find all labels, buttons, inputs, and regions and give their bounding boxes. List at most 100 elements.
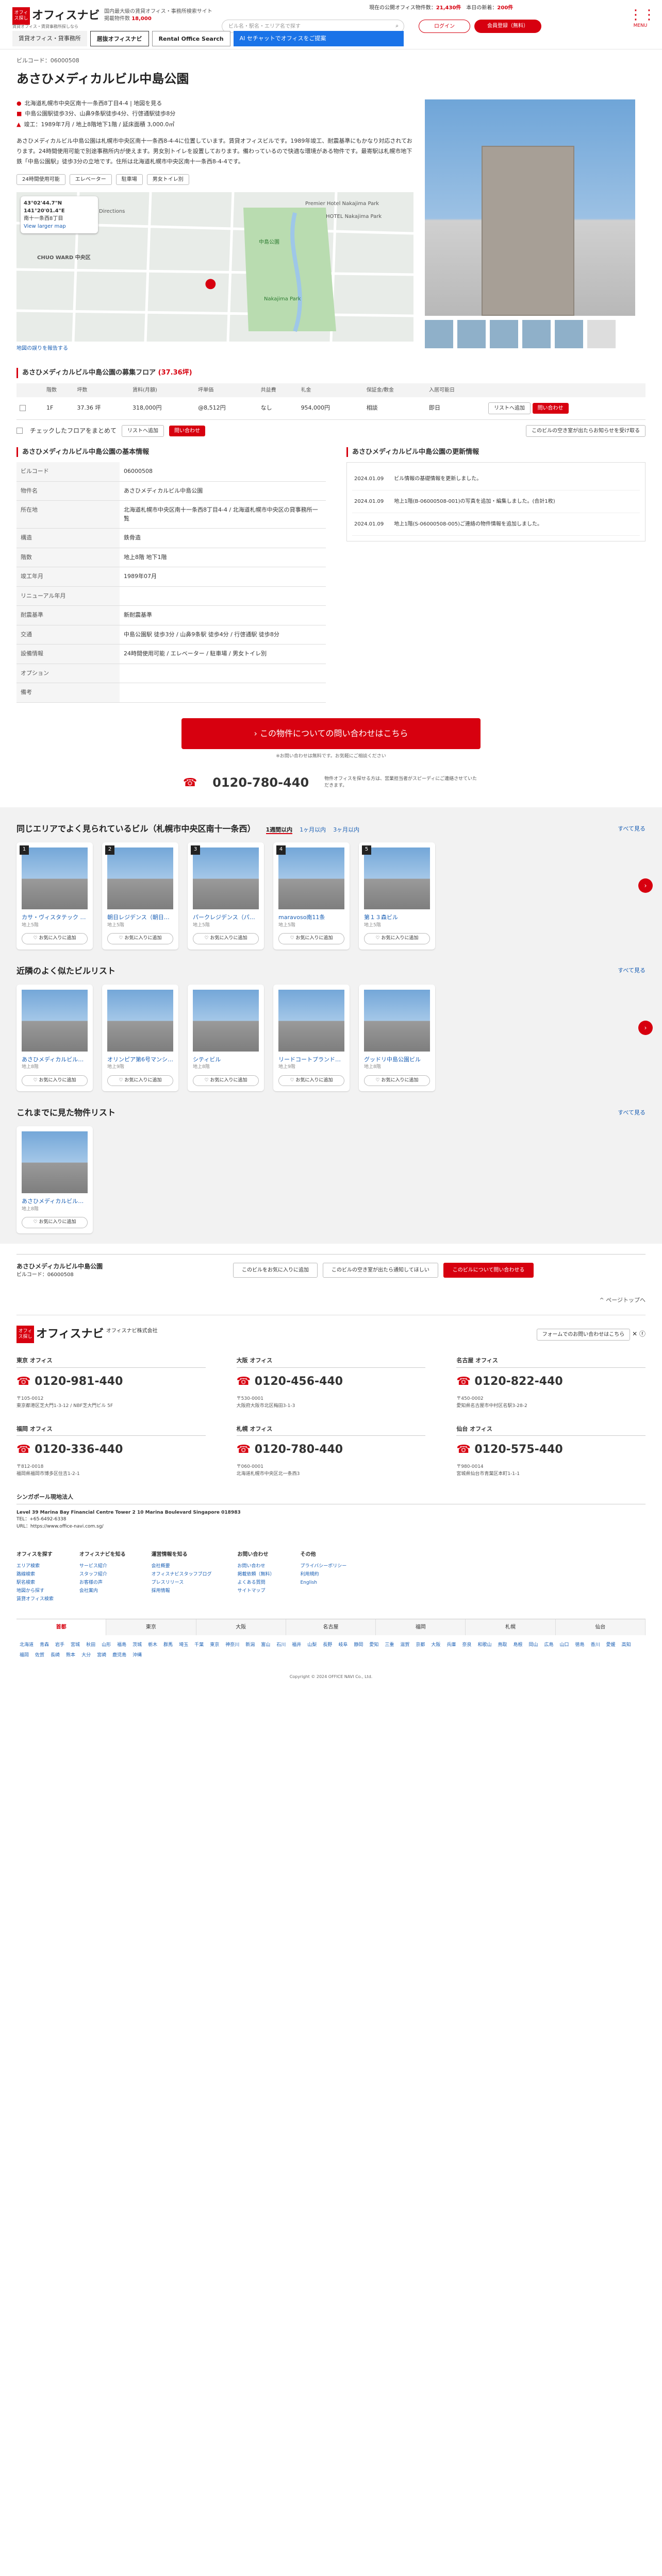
footer-link[interactable]: 掲載依頼（無料） bbox=[237, 1570, 274, 1579]
banner-rental[interactable]: Rental Office Search bbox=[152, 31, 230, 46]
area-link[interactable]: 広島 bbox=[541, 1640, 557, 1651]
area-link[interactable]: 福岡 bbox=[16, 1651, 32, 1661]
card-fav-button[interactable]: ♡ お気に入りに追加 bbox=[22, 933, 88, 944]
card-fav-button[interactable]: ♡ お気に入りに追加 bbox=[22, 1217, 88, 1228]
area-link[interactable]: 和歌山 bbox=[474, 1640, 494, 1651]
nearby-more-link[interactable]: すべて見る bbox=[618, 967, 646, 975]
area-link[interactable]: 千葉 bbox=[191, 1640, 207, 1651]
region-tab[interactable]: 福岡 bbox=[376, 1619, 466, 1635]
footer-link[interactable]: 利用規約 bbox=[300, 1570, 346, 1579]
row-fav-button[interactable]: リストへ追加 bbox=[488, 402, 531, 414]
building-card[interactable]: 1 カサ・ヴィスタテック 中央 地上5階 ♡ お気に入りに追加 bbox=[16, 842, 93, 950]
sg-url[interactable]: URL：https://www.office-navi.com.sg/ bbox=[16, 1523, 646, 1531]
area-link[interactable]: 島根 bbox=[510, 1640, 525, 1651]
card-name[interactable]: カサ・ヴィスタテック 中央 bbox=[22, 913, 88, 922]
office-phone[interactable]: ☎ 0120-456-440 bbox=[237, 1373, 426, 1390]
card-name[interactable]: maravoso南11条 bbox=[278, 913, 344, 922]
area-link[interactable]: 香川 bbox=[588, 1640, 603, 1651]
card-name[interactable]: オリンピア第6号マンション bbox=[107, 1056, 173, 1064]
region-tab[interactable]: 名古屋 bbox=[286, 1619, 376, 1635]
thumbnail[interactable] bbox=[587, 319, 616, 348]
banner-inuki[interactable]: 居抜オフィスナビ bbox=[90, 31, 149, 46]
footer-link[interactable]: プレスリリース bbox=[152, 1579, 212, 1587]
card-name[interactable]: あさひメディカルビル中島公園 bbox=[22, 1056, 88, 1064]
area-link[interactable]: 京都 bbox=[412, 1640, 428, 1651]
card-fav-button[interactable]: ♡ お気に入りに追加 bbox=[193, 1075, 259, 1086]
footer-link[interactable]: 会社案内 bbox=[79, 1587, 126, 1595]
region-tab[interactable]: 大阪 bbox=[196, 1619, 286, 1635]
area-link[interactable]: 滋賀 bbox=[397, 1640, 412, 1651]
card-name[interactable]: 第１３森ビル bbox=[364, 913, 430, 922]
card-name[interactable]: パークレジデンス（パーク bbox=[193, 913, 259, 922]
banner-ai-chat[interactable]: AI セチャットでオフィスをご提案 bbox=[233, 31, 404, 46]
area-link[interactable]: 鹿児島 bbox=[109, 1651, 129, 1661]
thumbnail[interactable] bbox=[457, 319, 486, 348]
building-card[interactable]: 2 朝日レジデンス（朝日ビル）地上5階 ♡ お気に入りに追加 bbox=[102, 842, 178, 950]
area-link[interactable]: 高知 bbox=[619, 1640, 634, 1651]
contact-form-button[interactable]: フォームでのお問い合わせはこちら bbox=[536, 1328, 631, 1341]
area-link[interactable]: 岡山 bbox=[526, 1640, 541, 1651]
thumbnail[interactable] bbox=[555, 319, 583, 348]
page-top-link[interactable]: ^ ページトップへ bbox=[16, 1296, 646, 1305]
office-phone[interactable]: ☎ 0120-780-440 bbox=[237, 1441, 426, 1458]
card-fav-button[interactable]: ♡ お気に入りに追加 bbox=[107, 933, 173, 944]
tab-3months[interactable]: 3ヶ月以内 bbox=[333, 826, 359, 833]
area-link[interactable]: 岩手 bbox=[52, 1640, 68, 1651]
footer-link[interactable]: オフィスナビスタッフブログ bbox=[152, 1570, 212, 1579]
building-card[interactable]: オリンピア第6号マンション 地上9階 ♡ お気に入りに追加 bbox=[102, 984, 178, 1091]
area-link[interactable]: 神奈川 bbox=[222, 1640, 242, 1651]
area-link[interactable]: 鳥取 bbox=[494, 1640, 510, 1651]
building-card[interactable]: リードコートプランドル大 地上9階 ♡ お気に入りに追加 bbox=[273, 984, 350, 1091]
bar-fav-button[interactable]: このビルをお気に入りに追加 bbox=[233, 1262, 318, 1278]
footer-link[interactable]: サービス紹介 bbox=[79, 1562, 126, 1570]
next-arrow-icon[interactable]: › bbox=[638, 878, 653, 893]
area-link[interactable]: 沖縄 bbox=[129, 1651, 145, 1661]
card-name[interactable]: あさひメディカルビル中島 bbox=[22, 1197, 88, 1206]
next-arrow-icon[interactable]: › bbox=[638, 1020, 653, 1035]
area-link[interactable]: 東京 bbox=[207, 1640, 222, 1651]
card-fav-button[interactable]: ♡ お気に入りに追加 bbox=[278, 933, 344, 944]
card-fav-button[interactable]: ♡ お気に入りに追加 bbox=[107, 1075, 173, 1086]
footer-link[interactable]: お客様の声 bbox=[79, 1579, 126, 1587]
view-larger-map-link[interactable]: View larger map bbox=[24, 223, 95, 230]
area-link[interactable]: 北海道 bbox=[16, 1640, 37, 1651]
card-name[interactable]: 朝日レジデンス（朝日ビル） bbox=[107, 913, 173, 922]
area-link[interactable]: 秋田 bbox=[83, 1640, 98, 1651]
footer-link[interactable]: 賃貸オフィス検索 bbox=[16, 1595, 54, 1603]
check-all[interactable] bbox=[16, 428, 23, 434]
office-phone[interactable]: ☎ 0120-981-440 bbox=[16, 1373, 206, 1390]
thumbnail[interactable] bbox=[522, 319, 551, 348]
card-fav-button[interactable]: ♡ お気に入りに追加 bbox=[278, 1075, 344, 1086]
area-link[interactable]: 茨城 bbox=[129, 1640, 145, 1651]
inquiry-cta-button[interactable]: › この物件についての問い合わせはこちら bbox=[181, 718, 481, 749]
office-phone[interactable]: ☎ 0120-336-440 bbox=[16, 1441, 206, 1458]
main-photo[interactable] bbox=[425, 99, 635, 316]
site-logo[interactable]: オフィス探し オフィスナビ 賃貸オフィス・賃貸事務所探しなら bbox=[12, 7, 100, 30]
area-link[interactable]: 大阪 bbox=[428, 1640, 443, 1651]
card-fav-button[interactable]: ♡ お気に入りに追加 bbox=[193, 933, 259, 944]
card-fav-button[interactable]: ♡ お気に入りに追加 bbox=[22, 1075, 88, 1086]
area-link[interactable]: 新潟 bbox=[242, 1640, 258, 1651]
bar-inquiry-button[interactable]: このビルについて問い合わせる bbox=[443, 1262, 534, 1278]
area-link[interactable]: 兵庫 bbox=[443, 1640, 459, 1651]
tab-week[interactable]: 1週間以内 bbox=[266, 826, 293, 834]
x-icon[interactable]: ✕ bbox=[632, 1330, 637, 1337]
card-fav-button[interactable]: ♡ お気に入りに追加 bbox=[364, 1075, 430, 1086]
footer-link[interactable]: スタッフ紹介 bbox=[79, 1570, 126, 1579]
area-link[interactable]: 埼玉 bbox=[176, 1640, 191, 1651]
area-link[interactable]: 静岡 bbox=[351, 1640, 366, 1651]
phone-number[interactable]: 0120-780-440 bbox=[212, 773, 309, 792]
bar-notify-button[interactable]: このビルの空き室が出たら通知してほしい bbox=[323, 1262, 438, 1278]
footer-link[interactable]: プライバシーポリシー bbox=[300, 1562, 346, 1570]
area-link[interactable]: 山形 bbox=[98, 1640, 114, 1651]
area-link[interactable]: 宮城 bbox=[68, 1640, 83, 1651]
register-button[interactable]: 会員登録（無料） bbox=[474, 20, 541, 33]
row-inquiry-button[interactable]: 問い合わせ bbox=[532, 402, 569, 414]
building-card[interactable]: グッドリ中島公園ビル 地上8階 ♡ お気に入りに追加 bbox=[359, 984, 435, 1091]
footer-link[interactable]: 路線検索 bbox=[16, 1570, 54, 1579]
building-card[interactable]: シティビル 地上8階 ♡ お気に入りに追加 bbox=[188, 984, 264, 1091]
login-button[interactable]: ログイン bbox=[419, 20, 470, 33]
footer-link[interactable]: サイトマップ bbox=[237, 1587, 274, 1595]
directions-link[interactable]: Directions bbox=[99, 208, 125, 215]
building-card[interactable]: あさひメディカルビル中島公園地上8階 ♡ お気に入りに追加 bbox=[16, 984, 93, 1091]
